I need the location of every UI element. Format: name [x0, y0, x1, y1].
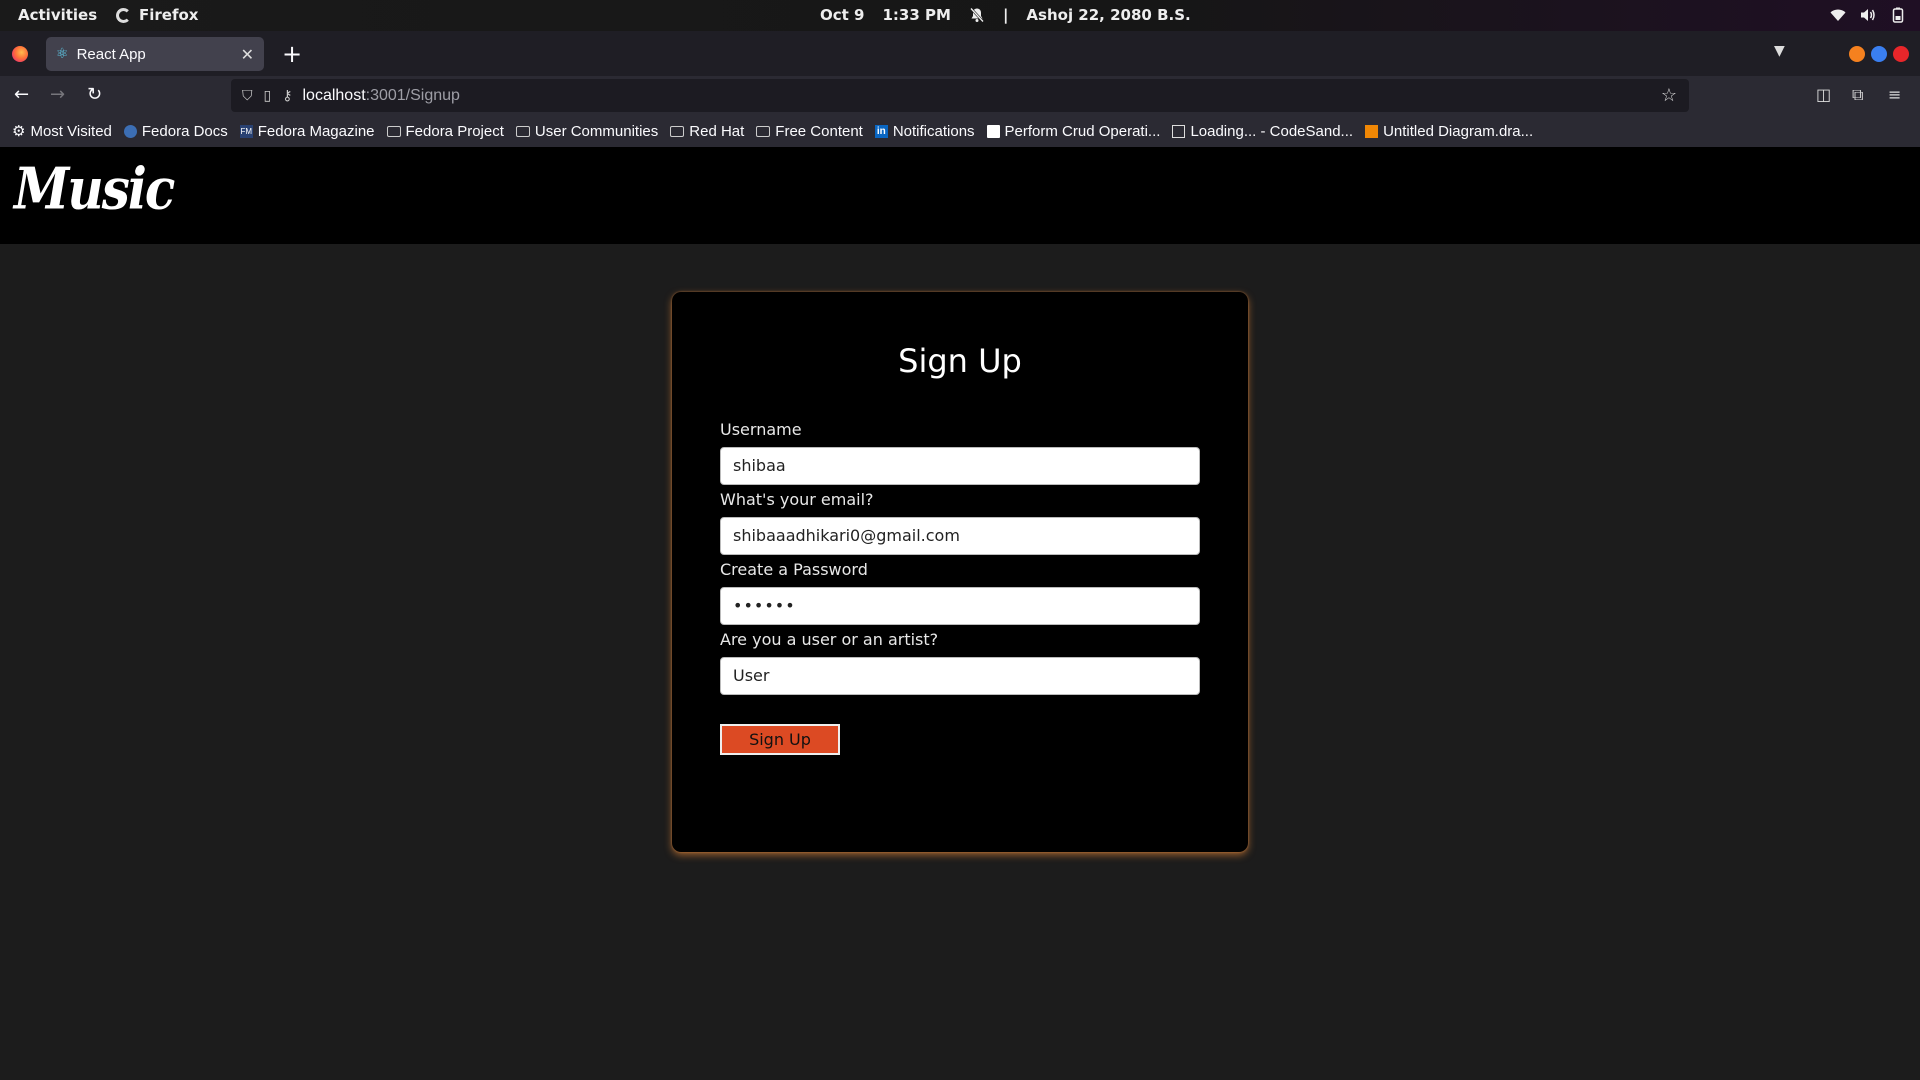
bookmark-red-hat[interactable]: Red Hat [670, 123, 744, 140]
bookmark-label: Fedora Project [405, 122, 504, 140]
firefox-icon [116, 7, 131, 23]
clock[interactable]: Oct 9 1:33 PM | Ashoj 22, 2080 B.S. [820, 6, 1191, 24]
web-page: Music Sign Up Username shibaa What's you… [0, 147, 1920, 1080]
react-icon: ⚛ [56, 46, 69, 62]
forward-arrow-icon[interactable]: → [50, 84, 65, 105]
reload-icon[interactable]: ↻ [87, 84, 102, 105]
bookmark-label: Free Content [775, 122, 863, 140]
minimize-button[interactable] [1849, 46, 1865, 62]
close-tab-icon[interactable]: ✕ [241, 45, 254, 64]
role-select[interactable]: User [720, 657, 1200, 695]
system-status-area[interactable] [1830, 7, 1906, 23]
folder-icon [670, 125, 685, 137]
password-label: Create a Password [720, 560, 868, 579]
navigation-toolbar: ← → ↻ ⛉ ▯ ⚷ localhost:3001/Signup ☆ ◫ ⧉ … [0, 76, 1920, 115]
bookmark-label: Loading... - CodeSand... [1190, 122, 1354, 140]
activities-button[interactable]: Activities [18, 6, 97, 24]
close-window-button[interactable] [1893, 46, 1909, 62]
bookmark-untitled-diagram[interactable]: Untitled Diagram.dra... [1365, 123, 1533, 140]
gear-icon: ⚙ [12, 123, 26, 140]
fm-icon: FM [239, 124, 253, 138]
app-name: Firefox [139, 6, 199, 24]
address-bar[interactable]: ⛉ ▯ ⚷ localhost:3001/Signup ☆ [231, 79, 1689, 112]
site-header: Music [0, 147, 1920, 244]
bookmark-most-visited[interactable]: ⚙ Most Visited [12, 122, 112, 141]
codesandbox-icon [1172, 124, 1186, 138]
tab-title: React App [76, 45, 146, 63]
url-path: :3001/Signup [365, 86, 460, 104]
bookmark-label: Fedora Docs [141, 122, 228, 140]
firefox-view-icon[interactable] [12, 46, 28, 62]
tab-react-app[interactable]: ⚛ React App ✕ [46, 37, 264, 71]
menu-hamburger-icon[interactable]: ≡ [1888, 85, 1901, 104]
clock-separator: | [1002, 6, 1009, 24]
folder-icon [515, 125, 530, 137]
linkedin-icon: in [874, 124, 888, 138]
bookmark-fedora-magazine[interactable]: FM Fedora Magazine [239, 122, 375, 140]
bookmark-fedora-project[interactable]: Fedora Project [386, 122, 504, 140]
extensions-icon[interactable]: ⧉ [1852, 85, 1863, 105]
page-info-icon[interactable]: ▯ [264, 87, 272, 104]
drawio-icon [1365, 124, 1379, 138]
alt-calendar-date: Ashoj 22, 2080 B.S. [1026, 6, 1191, 24]
signup-card: Sign Up Username shibaa What's your emai… [672, 292, 1248, 852]
back-arrow-icon[interactable]: ← [14, 84, 29, 105]
username-label: Username [720, 420, 802, 439]
battery-icon [1892, 7, 1904, 23]
wifi-icon [1830, 9, 1846, 21]
bookmark-notifications[interactable]: in Notifications [874, 122, 975, 140]
bookmark-perform-crud[interactable]: Perform Crud Operati... [986, 122, 1161, 140]
bookmark-label: Untitled Diagram.dra... [1383, 122, 1534, 140]
bookmark-label: Perform Crud Operati... [1004, 122, 1161, 140]
bookmark-fedora-docs[interactable]: Fedora Docs [123, 122, 228, 140]
bookmark-star-icon[interactable]: ☆ [1661, 85, 1677, 106]
pocket-icon[interactable]: ◫ [1816, 85, 1831, 104]
system-top-bar: Activities Firefox Oct 9 1:33 PM | Ashoj… [0, 0, 1920, 31]
volume-icon [1861, 9, 1875, 21]
folder-icon [386, 125, 401, 137]
browser-tab-bar: ⚛ React App ✕ + ▼ [0, 31, 1920, 76]
fedora-icon [123, 124, 137, 138]
bookmark-user-communities[interactable]: User Communities [515, 122, 659, 140]
clock-time: 1:33 PM [882, 6, 951, 24]
form-title: Sign Up [898, 342, 1022, 380]
role-label: Are you a user or an artist? [720, 630, 939, 649]
email-input[interactable]: shibaaadhikari0@gmail.com [720, 517, 1200, 555]
key-icon[interactable]: ⚷ [282, 87, 292, 104]
username-input[interactable]: shibaa [720, 447, 1200, 485]
bookmark-label: Red Hat [689, 122, 745, 140]
clock-date: Oct 9 [820, 6, 865, 24]
bookmark-free-content[interactable]: Free Content [756, 123, 863, 140]
maximize-button[interactable] [1871, 46, 1887, 62]
folder-icon [756, 125, 771, 137]
list-all-tabs-chevron-icon[interactable]: ▼ [1774, 43, 1785, 59]
bookmark-label: Most Visited [30, 122, 112, 140]
signup-button[interactable]: Sign Up [720, 724, 840, 755]
bookmark-label: User Communities [534, 122, 659, 140]
tracking-protection-shield-icon[interactable]: ⛉ [242, 87, 253, 104]
password-input[interactable]: •••••• [720, 587, 1200, 625]
new-tab-button[interactable]: + [282, 39, 302, 69]
bookmarks-toolbar: ⚙ Most Visited Fedora Docs FM Fedora Magaz… [0, 115, 1920, 147]
page-icon [986, 124, 1000, 138]
email-label: What's your email? [720, 490, 874, 509]
bookmark-codesandbox[interactable]: Loading... - CodeSand... [1172, 123, 1353, 140]
notifications-off-icon [970, 7, 984, 23]
bookmark-label: Notifications [892, 122, 975, 140]
bookmark-label: Fedora Magazine [257, 122, 375, 140]
app-menu[interactable]: Firefox [116, 6, 198, 24]
url-host: localhost [302, 86, 366, 104]
site-logo[interactable]: Music [14, 155, 175, 223]
window-controls [1849, 46, 1909, 62]
